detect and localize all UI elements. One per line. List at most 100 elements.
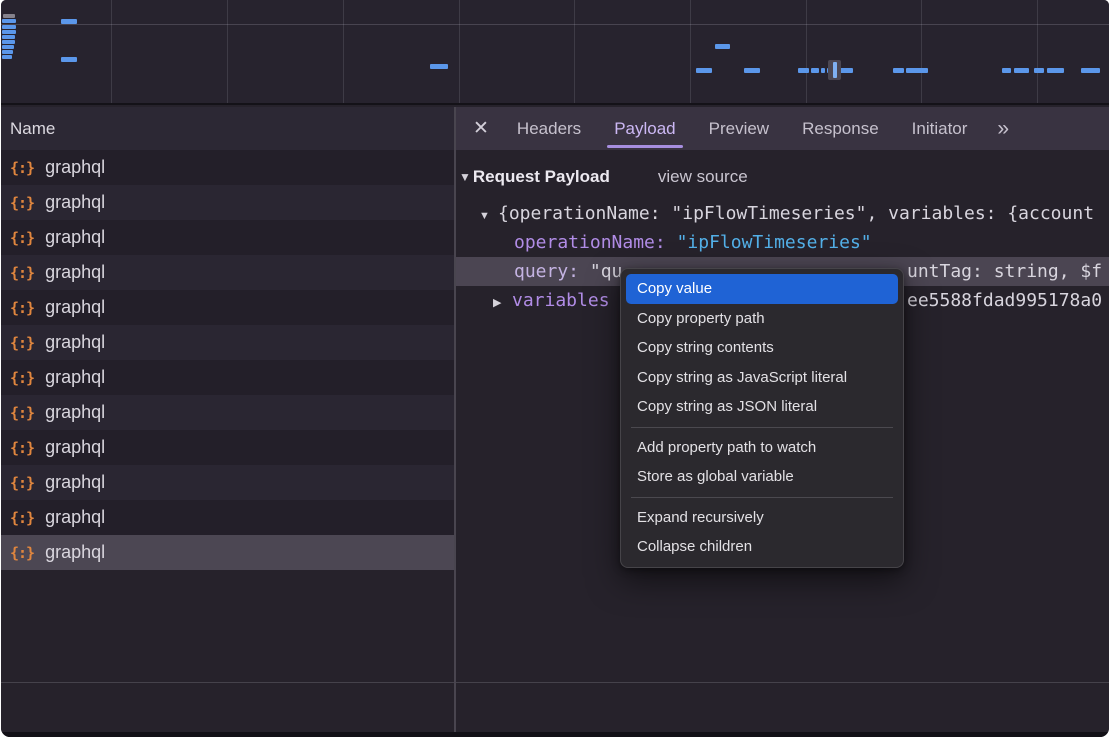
network-timeline-bar — [840, 68, 853, 73]
request-name-label: graphql — [45, 192, 105, 213]
network-request-row[interactable]: {:} graphql — [1, 465, 454, 500]
context-menu-separator — [631, 497, 893, 498]
json-string-value-fragment: untTag: string, $f — [907, 257, 1102, 286]
network-timeline-bar — [744, 68, 760, 73]
view-source-link[interactable]: view source — [658, 167, 748, 187]
timeline-gridline — [111, 0, 112, 103]
json-braces-icon: {:} — [10, 509, 34, 527]
network-timeline-bar — [821, 68, 825, 73]
context-menu-item-add-property-path-to-watch[interactable]: Add property path to watch — [621, 433, 903, 463]
timeline-selected-indicator — [828, 60, 841, 80]
tab-headers[interactable]: Headers — [517, 107, 581, 150]
expand-triangle-icon[interactable]: ▶ — [493, 289, 512, 315]
window-bottom-edge — [1, 732, 1109, 737]
request-name-label: graphql — [45, 542, 105, 563]
network-timeline-bar — [1014, 68, 1029, 73]
network-request-row[interactable]: {:} graphql — [1, 395, 454, 430]
tab-payload[interactable]: Payload — [614, 107, 675, 150]
network-timeline-bar — [715, 44, 730, 49]
network-request-row[interactable]: {:}graphql — [1, 220, 454, 255]
request-name-label: graphql — [45, 507, 105, 528]
network-request-row[interactable]: {:}graphql — [1, 430, 454, 465]
request-name-label: graphql — [45, 472, 105, 493]
network-request-row[interactable]: {:} graphql — [1, 185, 454, 220]
json-braces-icon: {:} — [10, 264, 34, 282]
network-timeline-bar — [1081, 68, 1100, 73]
network-timeline-bar — [696, 68, 712, 73]
network-timeline-bar — [61, 19, 77, 24]
json-braces-icon: {:} — [10, 404, 34, 422]
json-string-value-start: "qu — [590, 261, 623, 282]
more-tabs-icon[interactable]: » — [997, 117, 1007, 141]
json-value-fragment: ee5588fdad995178a0 — [907, 286, 1102, 315]
context-menu-item-copy-string-contents[interactable]: Copy string contents — [621, 333, 903, 363]
network-request-row[interactable]: {:} graphql — [1, 325, 454, 360]
json-braces-icon: {:} — [10, 334, 34, 352]
collapse-triangle-icon[interactable]: ▼ — [459, 170, 471, 184]
json-key: query: — [514, 261, 579, 282]
tab-response[interactable]: Response — [802, 107, 879, 150]
devtools-screenshot: Name ✕ Headers Payload Preview Response Init… — [0, 0, 1110, 740]
network-timeline-bar — [1002, 68, 1011, 73]
network-request-row[interactable]: {:} graphql — [1, 360, 454, 395]
timeline-selected-bar — [833, 62, 837, 78]
request-name-label: graphql — [45, 402, 105, 423]
json-braces-icon: {:} — [10, 369, 34, 387]
request-payload-title: Request Payload — [473, 167, 610, 187]
timeline-gridline — [343, 0, 344, 103]
json-braces-icon: {:} — [10, 159, 34, 177]
tab-initiator[interactable]: Initiator — [912, 107, 968, 150]
json-key: variables — [512, 290, 610, 311]
network-timeline-bar — [811, 68, 819, 73]
detail-tabs: Headers Payload Preview Response Initiator — [517, 107, 967, 150]
json-braces-icon: {:} — [10, 194, 34, 212]
network-request-row[interactable]: {:} graphql — [1, 150, 454, 185]
request-name-label: graphql — [45, 157, 105, 178]
request-name-label: graphql — [45, 367, 105, 388]
timeline-gridline — [690, 0, 691, 103]
request-name-label: graphql — [45, 332, 105, 353]
json-braces-icon: {:} — [10, 474, 34, 492]
context-menu-item-copy-string-as-json-literal[interactable]: Copy string as JSON literal — [621, 392, 903, 422]
timeline-gridline — [574, 0, 575, 103]
network-timeline-bar — [2, 25, 16, 29]
network-overview-timeline[interactable] — [1, 0, 1109, 105]
context-menu-item-collapse-children[interactable]: Collapse children — [621, 532, 903, 562]
payload-object-preview: {operationName: "ipFlowTimeseries", vari… — [498, 203, 1094, 224]
request-name-label: graphql — [45, 437, 105, 458]
detail-tab-bar: ✕ Headers Payload Preview Response Initiator… — [456, 107, 1109, 150]
network-timeline-bar — [2, 40, 15, 44]
network-request-row[interactable]: {:} graphql — [1, 255, 454, 290]
payload-row-operation-name[interactable]: operationName: "ipFlowTimeseries" — [456, 228, 1109, 257]
json-key: operationName: — [514, 232, 666, 253]
timeline-gridline — [921, 0, 922, 103]
timeline-gridline — [806, 0, 807, 103]
network-request-row[interactable]: {:} graphql — [1, 290, 454, 325]
network-timeline-bar — [2, 30, 16, 34]
network-timeline-bar — [1034, 68, 1044, 73]
request-payload-section[interactable]: ▼ Request Payload view source — [456, 163, 1109, 191]
tab-preview[interactable]: Preview — [709, 107, 769, 150]
network-request-row[interactable]: {:} graphql — [1, 500, 454, 535]
network-request-row[interactable]: {:}graphql — [1, 535, 454, 570]
json-string-value: "ipFlowTimeseries" — [677, 232, 872, 253]
context-menu-item-copy-value[interactable]: Copy value — [626, 274, 898, 304]
context-menu-item-expand-recursively[interactable]: Expand recursively — [621, 503, 903, 533]
collapse-triangle-icon[interactable]: ▼ — [479, 202, 498, 228]
request-name-label: graphql — [45, 262, 105, 283]
json-braces-icon: {:} — [10, 299, 34, 317]
pane-divider[interactable] — [454, 107, 456, 732]
context-menu-item-copy-string-as-javascript-literal[interactable]: Copy string as JavaScript literal — [621, 363, 903, 393]
network-timeline-bar — [893, 68, 904, 73]
close-icon[interactable]: ✕ — [473, 117, 489, 140]
context-menu-item-store-as-global-variable[interactable]: Store as global variable — [621, 462, 903, 492]
name-column-header[interactable]: Name — [1, 107, 454, 150]
timeline-gridline — [1037, 0, 1038, 103]
network-timeline-bar — [1047, 68, 1064, 73]
context-menu-item-copy-property-path[interactable]: Copy property path — [621, 304, 903, 334]
context-menu-separator — [631, 427, 893, 428]
network-timeline-bar — [906, 68, 928, 73]
request-name-label: graphql — [45, 297, 105, 318]
payload-root-row[interactable]: ▼{operationName: "ipFlowTimeseries", var… — [456, 199, 1109, 228]
timeline-gridline — [227, 0, 228, 103]
